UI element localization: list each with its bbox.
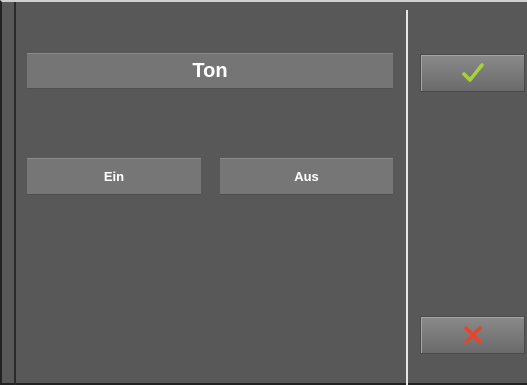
settings-screen: Ton Ein Aus xyxy=(0,0,527,385)
off-button-label: Aus xyxy=(294,169,319,184)
on-button[interactable]: Ein xyxy=(27,158,201,195)
page-title-label: Ton xyxy=(192,59,228,82)
vertical-divider xyxy=(406,10,408,385)
on-button-label: Ein xyxy=(103,169,125,184)
off-button[interactable]: Aus xyxy=(220,158,393,195)
page-title: Ton xyxy=(27,53,393,89)
confirm-button[interactable] xyxy=(420,54,525,92)
check-icon xyxy=(461,63,484,82)
close-icon xyxy=(463,326,482,344)
cancel-button[interactable] xyxy=(420,316,525,354)
